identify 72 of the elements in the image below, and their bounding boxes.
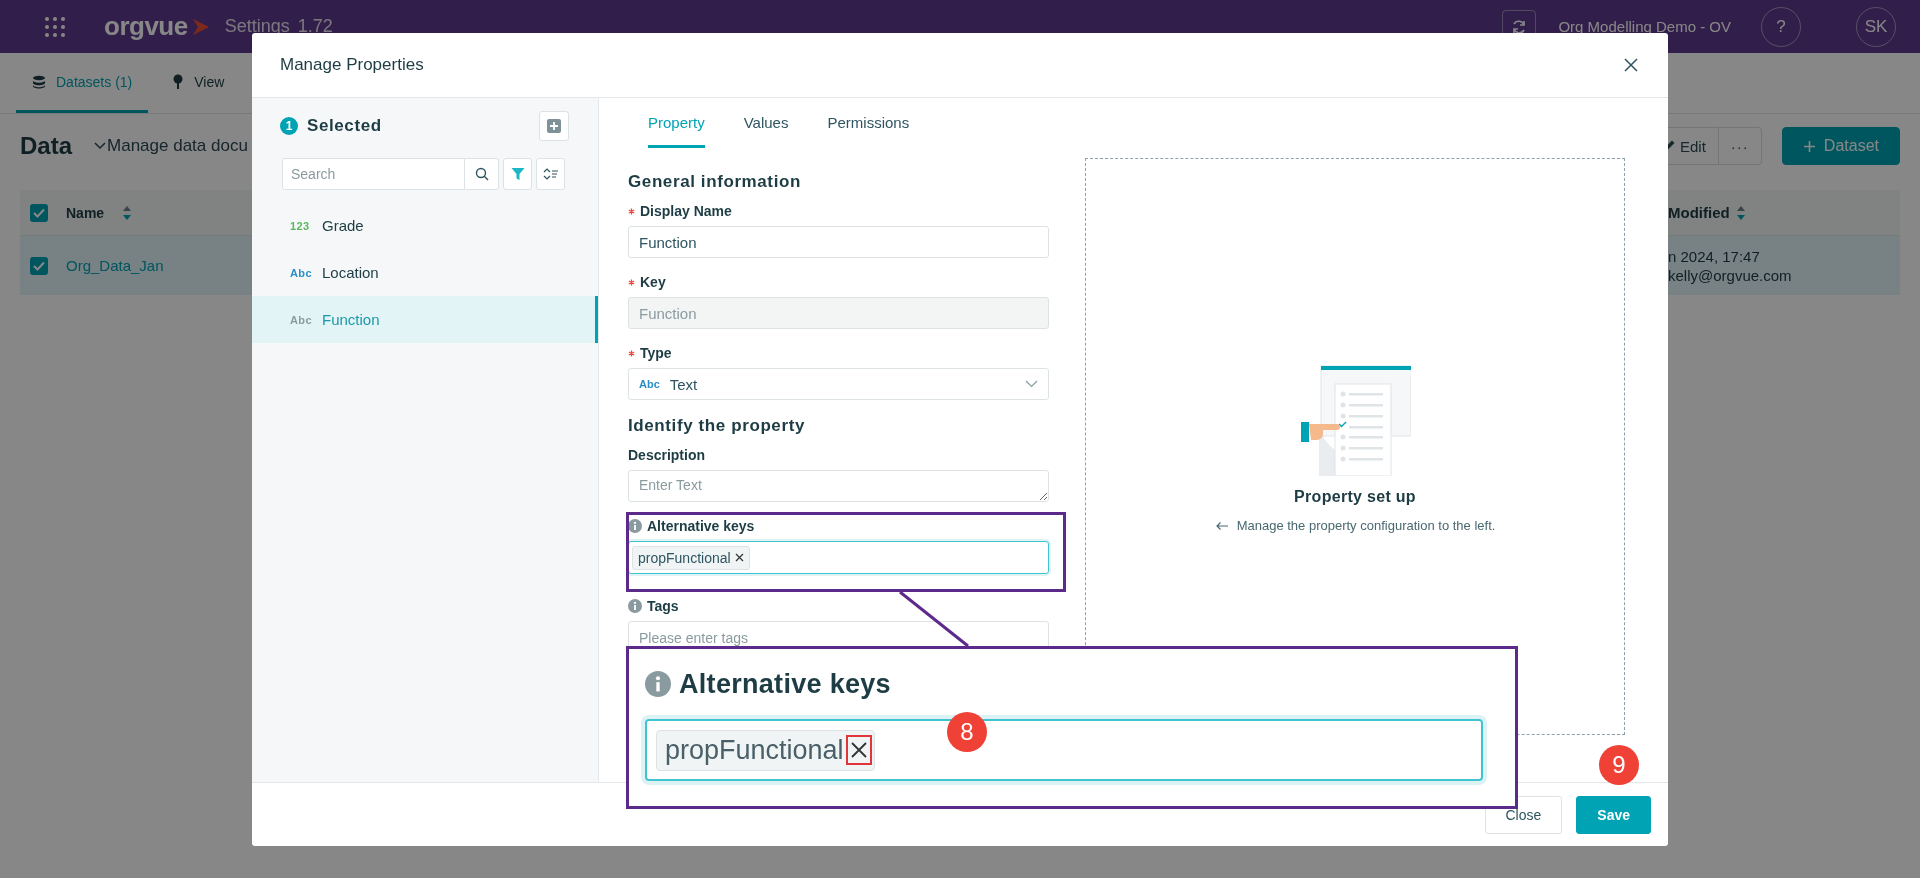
search-button[interactable] bbox=[465, 158, 499, 190]
sort-list-icon bbox=[542, 167, 559, 181]
preview-hint: Manage the property configuration to the left. bbox=[1236, 518, 1496, 533]
modified-by: kelly@orgvue.com bbox=[1668, 265, 1793, 285]
page-tab[interactable]: View bbox=[156, 53, 241, 113]
type-label: Abc bbox=[290, 266, 313, 279]
dialog-tab[interactable]: Values bbox=[743, 98, 789, 148]
pin-icon bbox=[172, 73, 185, 90]
close-icon bbox=[845, 735, 872, 765]
sort-icon[interactable] bbox=[122, 204, 133, 221]
count-badge: 1 bbox=[280, 117, 298, 135]
section-title: Identify the property bbox=[628, 415, 806, 437]
search-icon bbox=[474, 167, 489, 181]
database-icon bbox=[32, 74, 46, 89]
column-header[interactable]: Name bbox=[66, 204, 105, 221]
type-select[interactable]: Abc Text bbox=[628, 368, 1049, 400]
app-grid-icon[interactable] bbox=[44, 15, 66, 38]
add-button[interactable] bbox=[539, 111, 569, 141]
section-title: General information bbox=[628, 171, 802, 193]
type-label: Abc bbox=[639, 378, 660, 390]
info-icon bbox=[645, 671, 671, 697]
chevron-down-icon bbox=[1025, 380, 1038, 388]
save-button[interactable]: Save bbox=[1576, 795, 1651, 834]
chevron-down-icon[interactable] bbox=[94, 142, 107, 150]
tag-chip[interactable]: propFunctional bbox=[632, 545, 750, 570]
sort-button[interactable] bbox=[536, 158, 565, 190]
modified-date: n 2024, 17:47 bbox=[1668, 246, 1761, 266]
property-name: Location bbox=[322, 264, 379, 281]
type-label: Abc bbox=[290, 313, 313, 326]
field-label: Alternative keys bbox=[647, 518, 755, 534]
plus-square-icon bbox=[547, 119, 561, 133]
dialog-title: Manage Properties bbox=[280, 55, 424, 75]
page-title: Data bbox=[20, 132, 73, 160]
play-triangle-icon bbox=[190, 16, 211, 37]
property-list-item[interactable]: 123 Grade bbox=[252, 202, 598, 249]
field-label: Display Name bbox=[640, 203, 732, 219]
tag-chip: propFunctional bbox=[656, 729, 875, 771]
close-icon[interactable] bbox=[1624, 58, 1638, 72]
plus-icon bbox=[1802, 139, 1816, 153]
property-list-item[interactable]: Abc Function bbox=[252, 296, 598, 343]
field-label: Tags bbox=[647, 598, 679, 614]
property-name: Grade bbox=[322, 217, 364, 234]
close-icon[interactable] bbox=[734, 553, 744, 562]
page-subtitle[interactable]: Manage data docu bbox=[107, 136, 248, 156]
property-name: Function bbox=[322, 311, 380, 328]
logo-text: orgvue bbox=[104, 11, 188, 42]
checkbox[interactable] bbox=[30, 203, 48, 222]
field-label: Key bbox=[640, 274, 666, 290]
arrow-left-icon bbox=[1214, 520, 1229, 531]
filter-icon bbox=[510, 167, 525, 181]
text-input[interactable]: Function bbox=[628, 226, 1049, 258]
selected-heading: Selected bbox=[307, 116, 382, 136]
more-button[interactable]: ··· bbox=[1718, 127, 1762, 165]
sort-icon[interactable] bbox=[1735, 204, 1746, 221]
description-field[interactable]: Enter Text bbox=[628, 470, 1049, 502]
version-label: 1.72 bbox=[297, 16, 333, 37]
type-label: 123 bbox=[290, 219, 311, 232]
property-list-item[interactable]: Abc Location bbox=[252, 249, 598, 296]
app-title: Settings bbox=[224, 16, 290, 37]
select-value: Text bbox=[669, 375, 698, 393]
add-dataset-button[interactable]: Dataset bbox=[1781, 127, 1900, 165]
field-label: Type bbox=[640, 345, 672, 361]
checkbox[interactable] bbox=[30, 256, 48, 275]
dialog-tab[interactable]: Permissions bbox=[827, 98, 910, 148]
tags-field[interactable]: propFunctional bbox=[628, 541, 1049, 574]
column-header[interactable]: Modified bbox=[1668, 203, 1730, 222]
dialog-tab[interactable]: Property bbox=[648, 98, 705, 148]
search-field[interactable]: Search bbox=[282, 158, 465, 190]
field-label: Alternative keys bbox=[679, 668, 891, 700]
page-tab[interactable]: Datasets (1) bbox=[16, 53, 149, 113]
preview-title: Property set up bbox=[1294, 488, 1416, 506]
field-label: Description bbox=[628, 447, 705, 463]
